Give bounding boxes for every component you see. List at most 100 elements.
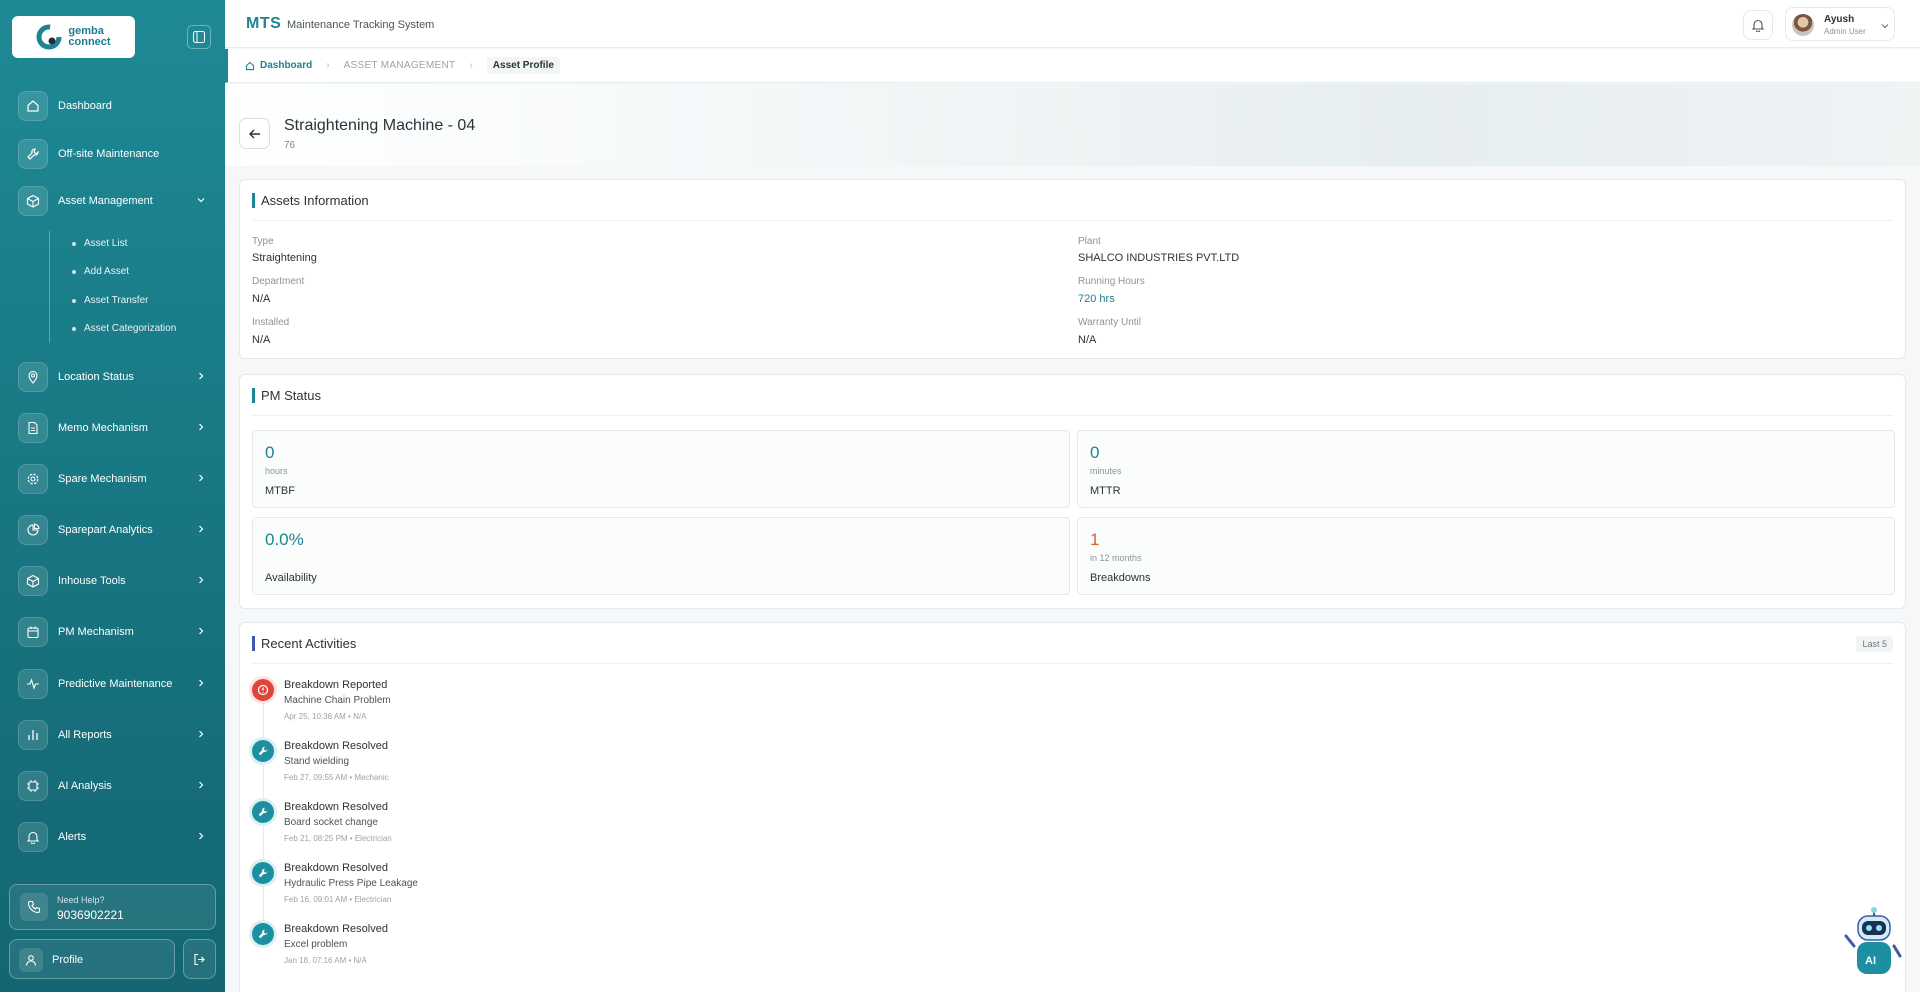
logout-button[interactable]: [183, 939, 216, 979]
wrench-icon: [252, 801, 274, 823]
ai-badge: AI: [1865, 955, 1876, 967]
sidebar-item-all-reports[interactable]: All Reports: [0, 715, 225, 755]
notifications-button[interactable]: [1743, 10, 1773, 40]
submenu-item-asset-transfer[interactable]: Asset Transfer: [72, 295, 148, 306]
sidebar-item-predictive-maintenance[interactable]: Predictive Maintenance: [0, 664, 225, 704]
activity-title: Breakdown Resolved: [284, 923, 388, 935]
profile-button[interactable]: Profile: [9, 939, 175, 979]
logo-mark-icon: [36, 23, 64, 51]
submenu-label: Asset List: [84, 238, 128, 249]
home-icon: [245, 61, 255, 70]
box-icon: [18, 566, 48, 596]
wrench-icon: [252, 923, 274, 945]
robot-icon: [1844, 907, 1902, 974]
breakdowns-label: Breakdowns: [1090, 572, 1151, 584]
activity-title: Breakdown Resolved: [284, 740, 388, 752]
sidebar-item-label: Location Status: [58, 371, 134, 383]
logout-icon: [194, 953, 205, 965]
assets-information-card: Assets Information Type Straightening De…: [239, 179, 1906, 359]
installed-value: N/A: [252, 334, 271, 346]
divider: [252, 415, 1893, 416]
back-button[interactable]: [239, 118, 270, 149]
sidebar-item-location-status[interactable]: Location Status: [0, 357, 225, 397]
activity-meta: Jan 18, 07:16 AM • N/A: [284, 956, 367, 965]
type-value: Straightening: [252, 252, 317, 264]
sidebar-item-asset-management[interactable]: Asset Management: [0, 181, 225, 221]
mttr-unit: minutes: [1090, 466, 1122, 476]
ai-assistant-button[interactable]: AI: [1844, 906, 1904, 978]
availability-label: Availability: [265, 572, 317, 584]
chevron-right-icon: [199, 781, 204, 789]
alert-circle-icon: [252, 679, 274, 701]
help-card[interactable]: Need Help? 9036902221: [9, 884, 216, 930]
sidebar-item-memo-mechanism[interactable]: Memo Mechanism: [0, 408, 225, 448]
sidebar-item-label: AI Analysis: [58, 780, 112, 792]
recent-activities-card: Recent Activities Last 5 Breakdown Repor…: [239, 622, 1906, 992]
mtbf-label: MTBF: [265, 485, 295, 497]
breadcrumb-home-label: Dashboard: [260, 60, 313, 71]
chevron-right-icon: [199, 627, 204, 635]
running-hours-label: Running Hours: [1078, 276, 1145, 287]
sidebar-item-label: Memo Mechanism: [58, 422, 148, 434]
user-name: Ayush: [1824, 14, 1855, 25]
logo[interactable]: gemba connect: [12, 16, 135, 58]
box-icon: [18, 186, 48, 216]
chevron-right-icon: [199, 730, 204, 738]
activity-description: Board socket change: [284, 817, 378, 828]
pulse-icon: [18, 669, 48, 699]
activity-title: Breakdown Reported: [284, 679, 388, 691]
user-menu[interactable]: Ayush Admin User: [1785, 7, 1895, 41]
sidebar-item-spare-mechanism[interactable]: Spare Mechanism: [0, 459, 225, 499]
profile-label: Profile: [52, 954, 84, 966]
location-icon: [18, 362, 48, 392]
gear-icon: [18, 464, 48, 494]
sidebar-item-label: Off-site Maintenance: [58, 148, 160, 160]
breadcrumb-dashboard[interactable]: Dashboard: [245, 60, 312, 71]
mtbf-stat: 0 hours MTBF: [252, 430, 1070, 508]
sidebar-collapse-button[interactable]: [187, 25, 211, 49]
activity-description: Machine Chain Problem: [284, 695, 391, 706]
sidebar-item-inhouse-tools[interactable]: Inhouse Tools: [0, 561, 225, 601]
sidebar-item-ai-analysis[interactable]: AI Analysis: [0, 766, 225, 806]
submenu-item-add-asset[interactable]: Add Asset: [72, 266, 129, 277]
submenu-item-asset-categorization[interactable]: Asset Categorization: [72, 323, 176, 334]
section-title: PM Status: [252, 388, 321, 403]
activity-meta: Feb 21, 08:25 PM • Electrician: [284, 834, 392, 843]
sidebar-item-label: Spare Mechanism: [58, 473, 147, 485]
app-subtitle: Maintenance Tracking System: [287, 19, 435, 31]
divider: [252, 220, 1893, 221]
calendar-icon: [18, 617, 48, 647]
breadcrumb-current: Asset Profile: [486, 57, 560, 74]
asset-header: Straightening Machine - 04 76: [225, 84, 1920, 166]
user-icon: [19, 948, 43, 972]
sidebar-item-sparepart-analytics[interactable]: Sparepart Analytics: [0, 510, 225, 550]
department-label: Department: [252, 276, 305, 287]
logo-text-bottom: connect: [68, 36, 111, 48]
sidebar-item-pm-mechanism[interactable]: PM Mechanism: [0, 612, 225, 652]
mttr-value: 0: [1090, 443, 1100, 462]
breakdowns-unit: in 12 months: [1090, 553, 1142, 563]
cpu-icon: [18, 771, 48, 801]
breadcrumb: Dashboard › ASSET MANAGEMENT › Asset Pro…: [225, 49, 1920, 83]
mtbf-value: 0: [265, 443, 275, 462]
phone-icon: [20, 893, 48, 921]
panel-left-icon: [193, 31, 205, 43]
sidebar-item-label: Dashboard: [58, 100, 112, 112]
avatar: [1792, 14, 1814, 36]
submenu-label: Asset Categorization: [84, 323, 177, 334]
bell-icon: [18, 822, 48, 852]
activity-title: Breakdown Resolved: [284, 801, 388, 813]
sidebar-item-label: Asset Management: [58, 195, 153, 207]
sidebar-item-label: PM Mechanism: [58, 626, 134, 638]
page-title: Straightening Machine - 04: [284, 117, 476, 134]
sidebar-item-offsite-maintenance[interactable]: Off-site Maintenance: [0, 134, 225, 174]
sidebar-item-alerts[interactable]: Alerts: [0, 817, 225, 857]
sidebar: gemba connect Dashboard Off-site Mainten…: [0, 0, 225, 992]
help-phone-number: 9036902221: [57, 908, 124, 922]
availability-value: 0.0%: [265, 530, 304, 549]
warranty-label: Warranty Until: [1078, 317, 1141, 328]
sidebar-item-label: Inhouse Tools: [58, 575, 126, 587]
submenu-item-asset-list[interactable]: Asset List: [72, 238, 127, 249]
breadcrumb-asset-management[interactable]: ASSET MANAGEMENT: [344, 60, 456, 71]
sidebar-item-dashboard[interactable]: Dashboard: [0, 86, 225, 126]
